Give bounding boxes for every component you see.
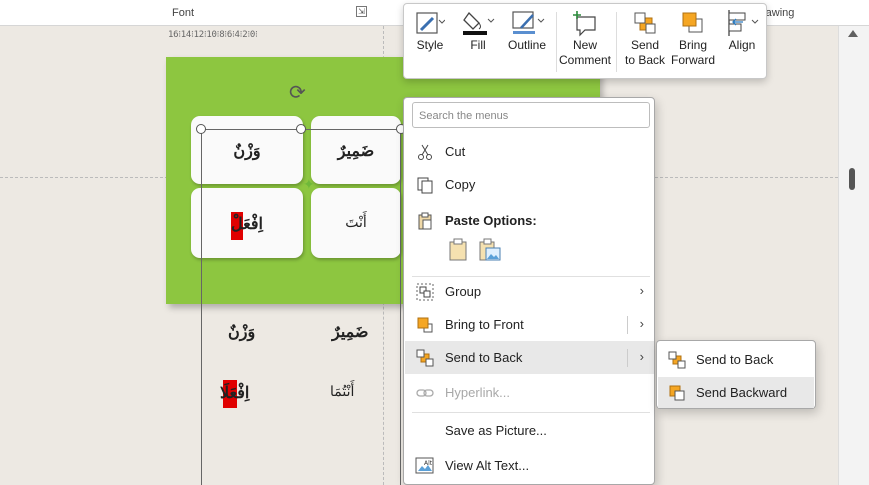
send-to-back-label: Send to Back bbox=[445, 350, 523, 365]
hyperlink-label: Hyperlink... bbox=[445, 385, 511, 400]
alt-text-icon: Alt bbox=[415, 457, 434, 473]
align-icon bbox=[728, 10, 759, 36]
chevron-right-icon[interactable]: › bbox=[640, 349, 644, 364]
paste-options-header: Paste Options: bbox=[405, 204, 654, 237]
copy-label: Copy bbox=[445, 177, 476, 192]
new-comment-label-1: New bbox=[572, 38, 597, 52]
copy-icon bbox=[417, 177, 433, 193]
send-to-back-label-2: to Back bbox=[624, 53, 666, 67]
new-comment-icon bbox=[573, 11, 596, 37]
rotate-handle-icon[interactable]: ⟳ bbox=[289, 80, 306, 105]
style-button[interactable]: Style bbox=[412, 8, 448, 53]
menu-item-group[interactable]: Group › bbox=[405, 275, 654, 308]
send-to-back-icon bbox=[634, 12, 656, 34]
send-backward-icon bbox=[669, 385, 685, 400]
split-separator bbox=[627, 316, 628, 334]
bring-forward-label-1: Bring bbox=[678, 38, 707, 52]
svg-text:Alt: Alt bbox=[424, 460, 433, 467]
menu-item-copy[interactable]: Copy bbox=[405, 168, 654, 201]
selection-frame bbox=[201, 129, 401, 485]
menu-item-hyperlink: Hyperlink... bbox=[405, 376, 654, 409]
font-dialog-launcher-icon[interactable]: ⇲ bbox=[356, 6, 367, 17]
menu-item-view-alt-text[interactable]: Alt View Alt Text... bbox=[405, 449, 654, 482]
vertical-scrollbar[interactable] bbox=[838, 26, 869, 485]
sparkle-icon: ✦ bbox=[303, 176, 315, 192]
submenu-item-send-backward[interactable]: Send Backward bbox=[658, 377, 814, 408]
mini-toolbar: Style Fill Outline New Comment Send to B… bbox=[403, 3, 767, 79]
menu-separator bbox=[412, 412, 650, 413]
link-icon bbox=[416, 388, 434, 397]
bring-forward-button[interactable]: Bring Forward bbox=[670, 8, 716, 68]
chevron-right-icon[interactable]: › bbox=[640, 316, 644, 331]
fill-bucket-icon bbox=[463, 11, 495, 35]
group-icon bbox=[416, 283, 434, 300]
split-separator bbox=[627, 349, 628, 367]
submenu-send-backward-label: Send Backward bbox=[696, 385, 788, 400]
cut-label: Cut bbox=[445, 144, 466, 159]
bring-to-front-icon bbox=[417, 317, 433, 332]
paste-options-row bbox=[448, 238, 502, 262]
send-to-back-toolbar-button[interactable]: Send to Back bbox=[622, 8, 668, 68]
send-to-back-icon bbox=[668, 351, 686, 368]
resize-handle[interactable] bbox=[196, 124, 206, 134]
bring-forward-icon bbox=[682, 12, 703, 33]
scissors-icon bbox=[418, 144, 432, 160]
align-label: Align bbox=[728, 38, 756, 52]
resize-handle[interactable] bbox=[296, 124, 306, 134]
outline-button[interactable]: Outline bbox=[506, 8, 548, 53]
menu-item-send-to-back[interactable]: Send to Back › bbox=[405, 341, 654, 374]
fill-label: Fill bbox=[470, 38, 486, 52]
toolbar-separator bbox=[556, 12, 557, 72]
context-menu: Search the menus Cut Copy Paste Options:… bbox=[403, 97, 655, 485]
scroll-up-arrow-icon[interactable] bbox=[848, 30, 858, 37]
send-to-back-submenu: Send to Back Send Backward bbox=[656, 340, 816, 409]
toolbar-separator bbox=[616, 12, 617, 72]
clipboard-icon bbox=[418, 212, 432, 229]
menu-item-save-as-picture[interactable]: Save as Picture... bbox=[405, 414, 654, 447]
font-group-label: Font bbox=[172, 7, 195, 19]
align-button[interactable]: Align bbox=[722, 8, 762, 53]
shape-style-icon bbox=[416, 12, 445, 34]
ruler: 16⁝14⁝12⁝10⁝8⁝6⁝4⁝2⁝0⁝ bbox=[168, 30, 258, 40]
submenu-item-send-to-back[interactable]: Send to Back bbox=[658, 344, 814, 375]
send-to-back-icon bbox=[416, 349, 434, 366]
group-label: Group bbox=[445, 284, 482, 299]
view-alt-text-label: View Alt Text... bbox=[445, 458, 530, 473]
submenu-send-to-back-label: Send to Back bbox=[696, 352, 774, 367]
search-menus-input[interactable]: Search the menus bbox=[412, 102, 650, 128]
paste-options-label: Paste Options: bbox=[445, 213, 537, 228]
outline-pen-icon bbox=[512, 11, 545, 34]
scroll-thumb[interactable] bbox=[849, 168, 855, 190]
menu-item-cut[interactable]: Cut bbox=[405, 135, 654, 168]
save-as-picture-label: Save as Picture... bbox=[445, 423, 547, 438]
paste-keep-source-icon[interactable] bbox=[448, 238, 470, 262]
new-comment-button[interactable]: New Comment bbox=[559, 8, 612, 68]
style-label: Style bbox=[416, 38, 444, 52]
chevron-right-icon: › bbox=[639, 283, 644, 298]
paste-as-picture-icon[interactable] bbox=[478, 238, 502, 262]
bring-to-front-label: Bring to Front bbox=[445, 317, 524, 332]
outline-label: Outline bbox=[507, 38, 547, 52]
new-comment-label-2: Comment bbox=[559, 53, 612, 67]
fill-button[interactable]: Fill bbox=[460, 8, 496, 53]
send-to-back-label-1: Send bbox=[630, 38, 660, 52]
bring-forward-label-2: Forward bbox=[670, 53, 715, 67]
menu-item-bring-to-front[interactable]: Bring to Front › bbox=[405, 308, 654, 341]
